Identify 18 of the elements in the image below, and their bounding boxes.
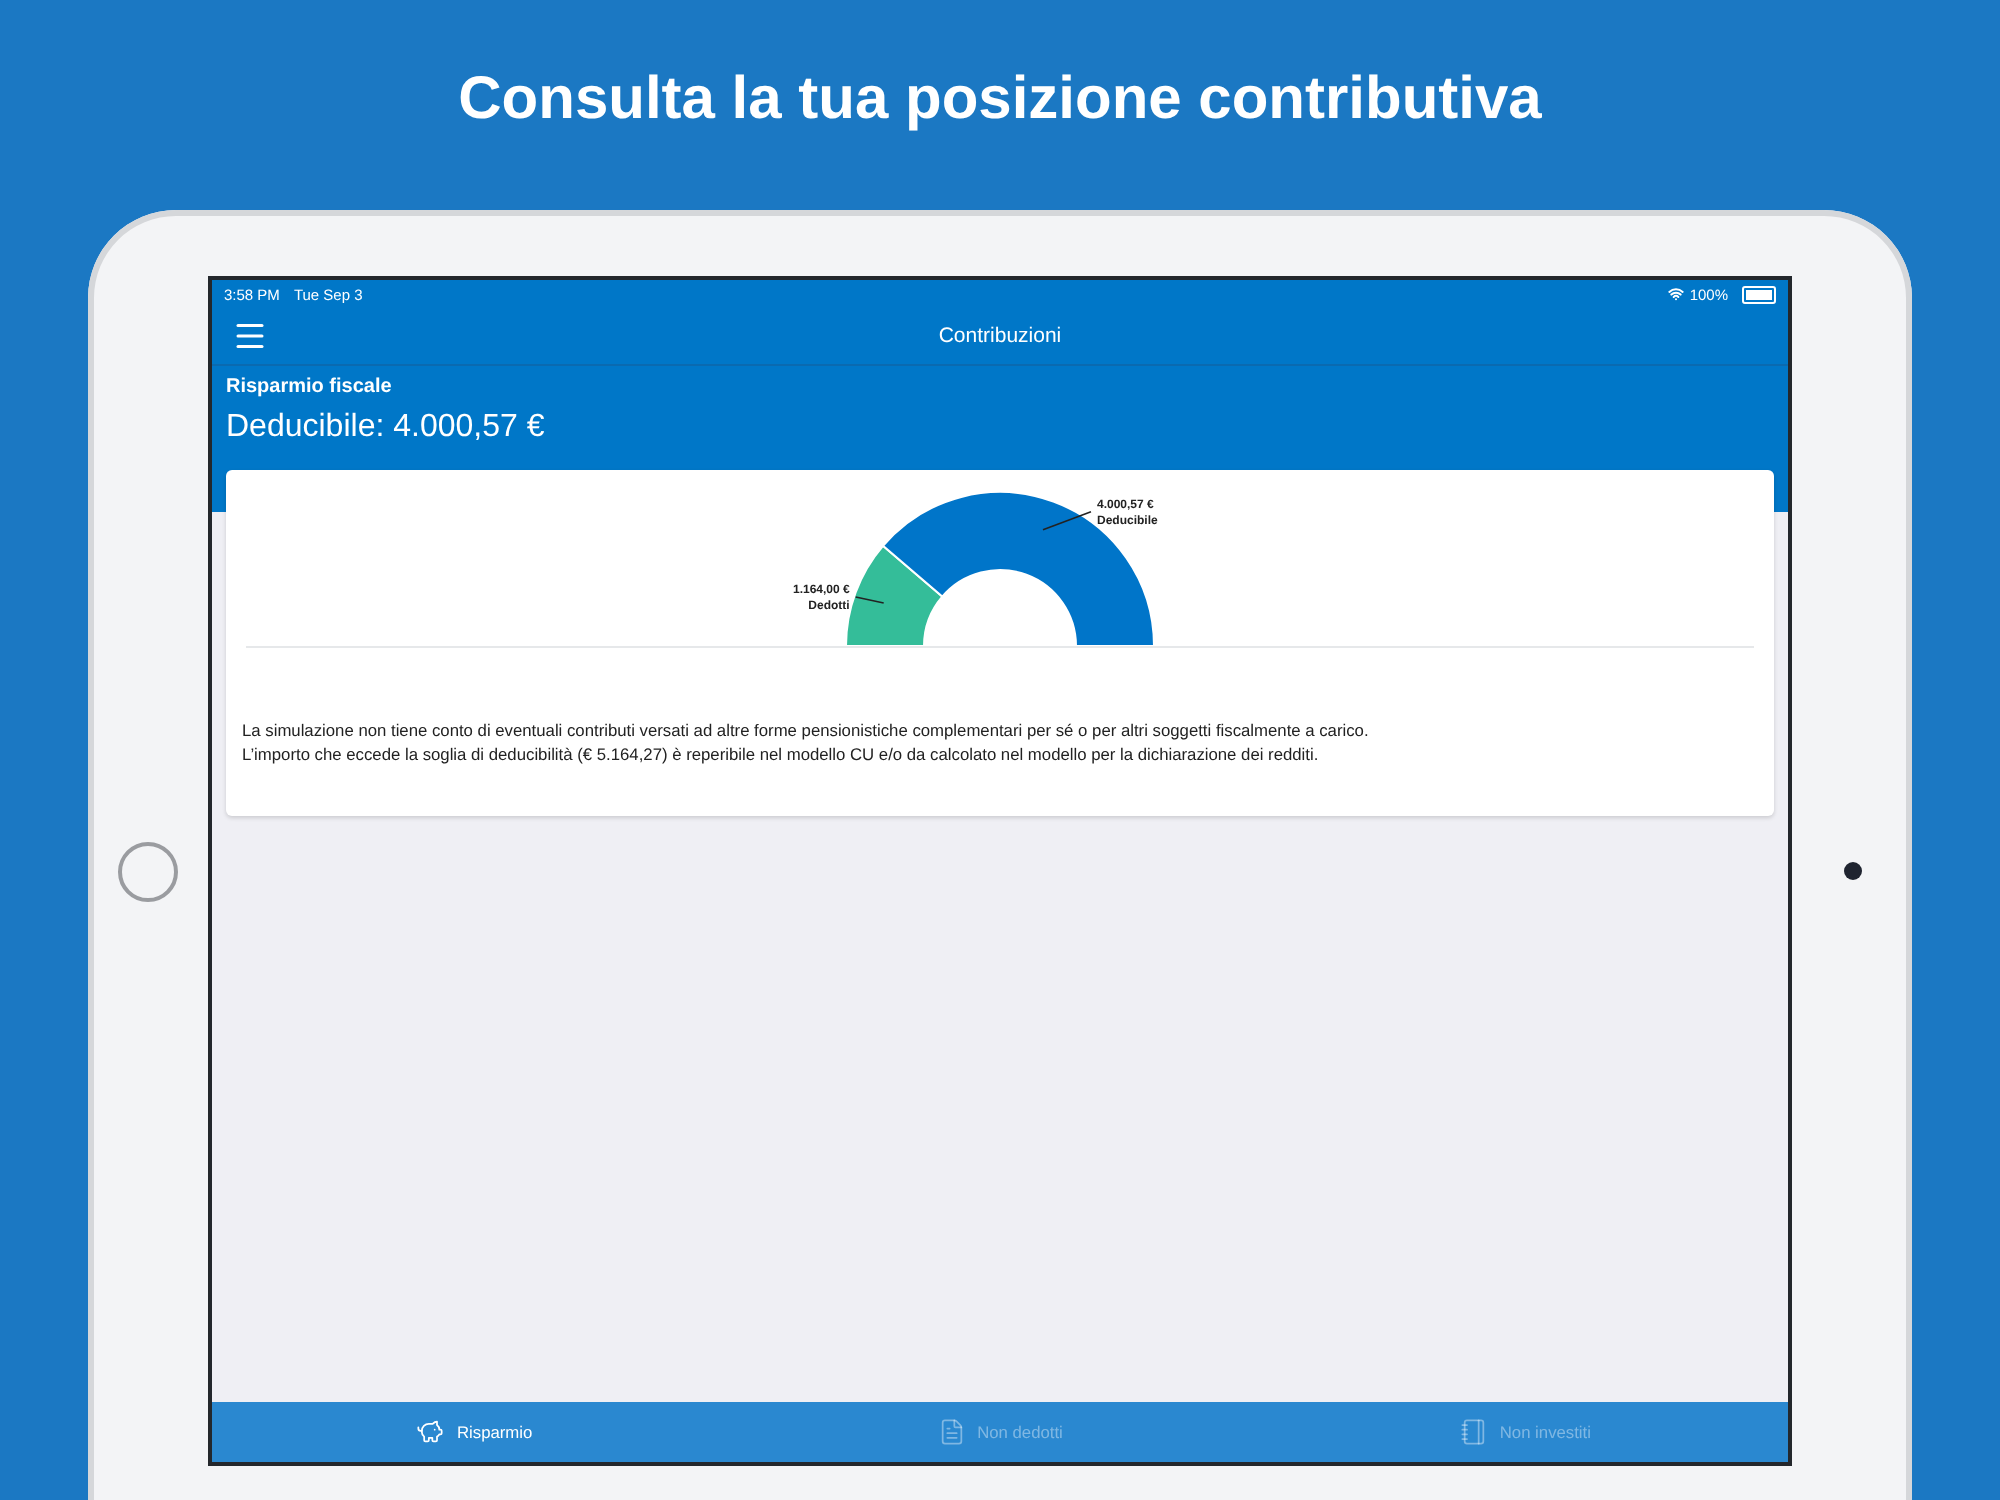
menu-button[interactable]	[232, 318, 268, 354]
tab[interactable]: Non investiti	[1262, 1402, 1789, 1462]
notebook-icon	[1459, 1418, 1488, 1446]
document-icon	[937, 1418, 966, 1446]
leader-line	[854, 596, 885, 604]
disclaimer-text: La simulazione non tiene conto di eventuali contributi versati ad altre forme pensionistiche complementari per sé o per altri soggetti fiscalmente a carico. L’importo che eccede la soglia di deducibilità (€ 5.164,27) è reperibile nel modello CU e/o da calcolato nel modello per la dichiarazione dei redditi.	[240, 718, 1371, 766]
wifi-icon	[1667, 286, 1684, 302]
tab[interactable]: Non dedotti	[737, 1402, 1263, 1462]
summary-label: Risparmio fiscale	[226, 376, 394, 398]
nav-title: Contribuzioni	[936, 324, 1064, 348]
home-button[interactable]	[118, 841, 178, 901]
camera-dot	[1843, 862, 1861, 880]
headline: Consulta la tua posizione contributiva	[458, 64, 1542, 136]
summary-value: Deducibile: 4.000,57 €	[226, 410, 547, 446]
tab[interactable]: Risparmio	[212, 1402, 738, 1462]
piggy-bank-icon	[416, 1418, 445, 1446]
battery-icon	[1742, 285, 1776, 303]
leader-line	[1042, 510, 1092, 531]
